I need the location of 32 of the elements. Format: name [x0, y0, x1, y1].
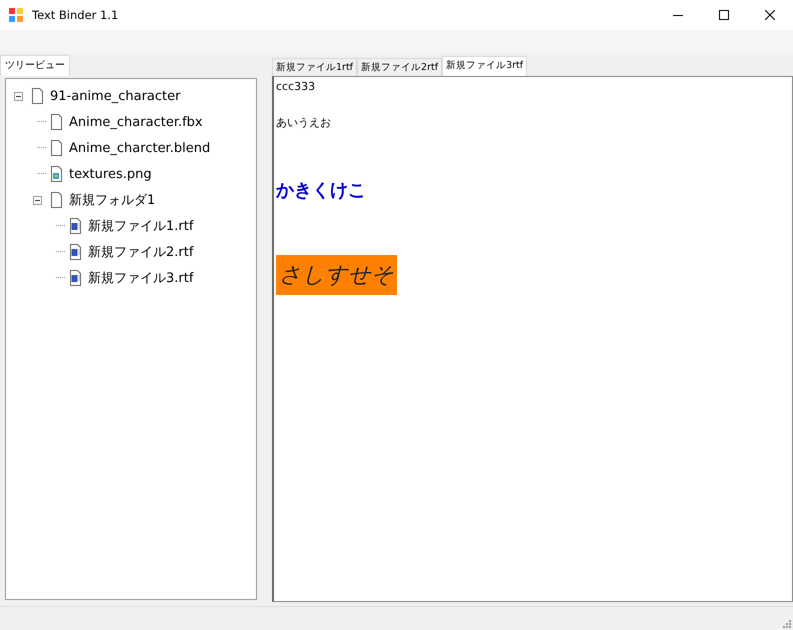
tree-item[interactable]: 新規フォルダ1: [69, 191, 156, 209]
file-icon: [31, 88, 44, 104]
tree-item[interactable]: textures.png: [69, 166, 152, 182]
app-icon: [8, 7, 24, 23]
tree-view-tab[interactable]: ツリービュー: [0, 55, 70, 76]
highlighted-text: さしすせそ: [276, 255, 397, 295]
text-line: ccc333: [276, 80, 316, 93]
document-icon: [69, 218, 82, 234]
file-icon: [50, 114, 63, 130]
file-icon: [50, 192, 63, 208]
file-tab[interactable]: 新規ファイル1rtf: [272, 58, 358, 76]
tree-item[interactable]: 新規ファイル1.rtf: [88, 217, 194, 235]
collapse-toggle[interactable]: [14, 92, 23, 100]
document-icon: [69, 270, 82, 286]
image-file-icon: [50, 166, 63, 182]
file-tab[interactable]: 新規ファイル3rtf: [442, 56, 528, 76]
file-tab[interactable]: 新規ファイル2rtf: [357, 58, 442, 76]
file-icon: [50, 140, 63, 156]
close-icon: [765, 10, 775, 20]
tree-item[interactable]: 新規ファイル2.rtf: [88, 243, 194, 261]
maximize-icon: [719, 10, 729, 20]
tree-item[interactable]: 新規ファイル3.rtf: [88, 269, 194, 287]
window-title: Text Binder 1.1: [32, 8, 118, 22]
tree-item[interactable]: Anime_character.fbx: [69, 114, 203, 130]
text-editor[interactable]: ccc333 あいうえお かきくけこ さしすせそ: [272, 76, 793, 602]
tree-item[interactable]: Anime_charcter.blend: [69, 140, 210, 156]
document-icon: [69, 244, 82, 260]
collapse-toggle[interactable]: [33, 196, 42, 204]
tree-item[interactable]: 91-anime_character: [50, 88, 180, 104]
text-line: あいうえお: [276, 115, 331, 130]
text-line: かきくけこ: [276, 179, 366, 202]
resize-grip-icon: [783, 620, 791, 628]
